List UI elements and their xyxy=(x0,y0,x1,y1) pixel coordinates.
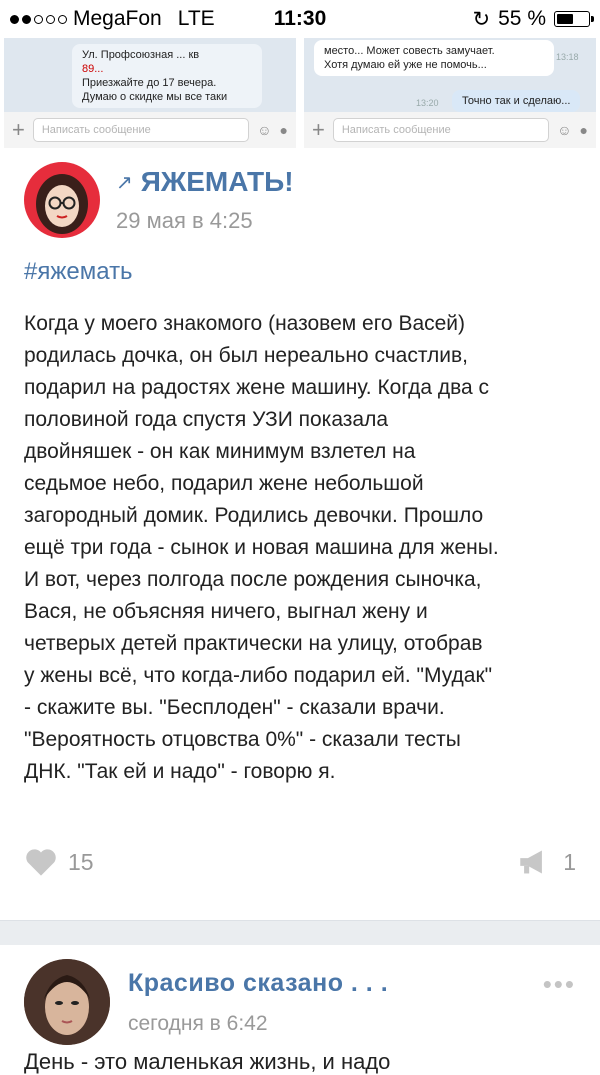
group-avatar[interactable] xyxy=(24,959,110,1045)
plus-icon: + xyxy=(312,117,325,142)
share-button[interactable]: 1 xyxy=(517,848,576,876)
more-options-icon[interactable]: ••• xyxy=(543,969,576,1000)
group-avatar[interactable] xyxy=(24,162,100,238)
chat-input-bar: + Написать сообщение ☺ ● xyxy=(4,112,296,148)
message-input: Написать сообщение xyxy=(32,118,250,142)
chat-message: место... Может совесть замучает. Хотя ду… xyxy=(314,40,554,76)
chat-input-bar: + Написать сообщение ☺ ● xyxy=(304,112,596,148)
reply-time: 13:20 xyxy=(416,98,439,108)
heart-icon xyxy=(26,849,56,876)
chat-line: место... Может совесть замучает. xyxy=(324,45,495,57)
battery-percent: 55 % xyxy=(498,7,546,30)
post-header: ↗ ЯЖЕМАТЬ! 29 мая в 4:25 xyxy=(24,148,576,238)
chat-reply: Точно так и сделаю... xyxy=(452,90,581,112)
chat-screenshot-left: Ул. Профсоюзная ... кв 89... Приезжайте … xyxy=(4,38,296,148)
post-date[interactable]: 29 мая в 4:25 xyxy=(116,208,294,234)
chat-line: Ул. Профсоюзная ... кв xyxy=(82,49,200,61)
post2-header: Красиво сказано . . . сегодня в 6:42 ••• xyxy=(0,945,600,1045)
like-button[interactable]: 15 xyxy=(24,847,94,877)
signal-icon xyxy=(10,14,67,24)
chat-screenshot-right: место... Может совесть замучает. Хотя ду… xyxy=(304,38,596,148)
mic-icon: ● xyxy=(579,122,588,138)
chat-message: Ул. Профсоюзная ... кв 89... Приезжайте … xyxy=(72,44,262,108)
share-count: 1 xyxy=(563,848,576,875)
carrier-label: MegaFon xyxy=(73,7,162,30)
battery-icon xyxy=(554,11,594,27)
mic-icon: ● xyxy=(279,122,288,138)
plus-icon: + xyxy=(12,117,25,142)
status-bar: MegaFon LTE 11:30 ↻ 55 % xyxy=(0,0,600,38)
avatar-photo-icon xyxy=(24,959,110,1045)
repost-icon: ↗ xyxy=(116,171,133,194)
rotation-lock-icon: ↻ xyxy=(472,7,491,31)
hashtag-link[interactable]: #яжемать xyxy=(24,258,576,286)
megaphone-icon xyxy=(520,850,543,874)
post-date[interactable]: сегодня в 6:42 xyxy=(128,1012,543,1036)
group-name[interactable]: ЯЖЕМАТЬ! xyxy=(141,166,294,198)
smiley-icon: ☺ xyxy=(257,122,272,138)
like-count: 15 xyxy=(68,848,94,875)
message-time: 13:18 xyxy=(556,52,579,62)
chat-screenshots: Ул. Профсоюзная ... кв 89... Приезжайте … xyxy=(0,38,600,148)
group-name[interactable]: Красиво сказано . . . xyxy=(128,969,543,998)
post: ↗ ЯЖЕМАТЬ! 29 мая в 4:25 #яжемать Когда … xyxy=(0,148,600,892)
feed-separator xyxy=(0,920,600,945)
post-actions: 15 1 xyxy=(24,832,576,892)
chat-line: Хотя думаю ей уже не помочь... xyxy=(324,59,487,71)
chat-line: Приезжайте до 17 вечера. xyxy=(82,77,217,89)
chat-line: Думаю о скидке мы все таки xyxy=(82,91,228,103)
avatar-illustration-icon xyxy=(36,174,88,234)
message-input: Написать сообщение xyxy=(332,118,550,142)
post2-text: День - это маленькая жизнь, и надо xyxy=(24,1049,391,1074)
smiley-icon: ☺ xyxy=(557,122,572,138)
post-text: Когда у моего знакомого (назовем его Вас… xyxy=(24,312,499,783)
chat-line: 89... xyxy=(82,63,104,75)
network-label: LTE xyxy=(177,7,215,30)
